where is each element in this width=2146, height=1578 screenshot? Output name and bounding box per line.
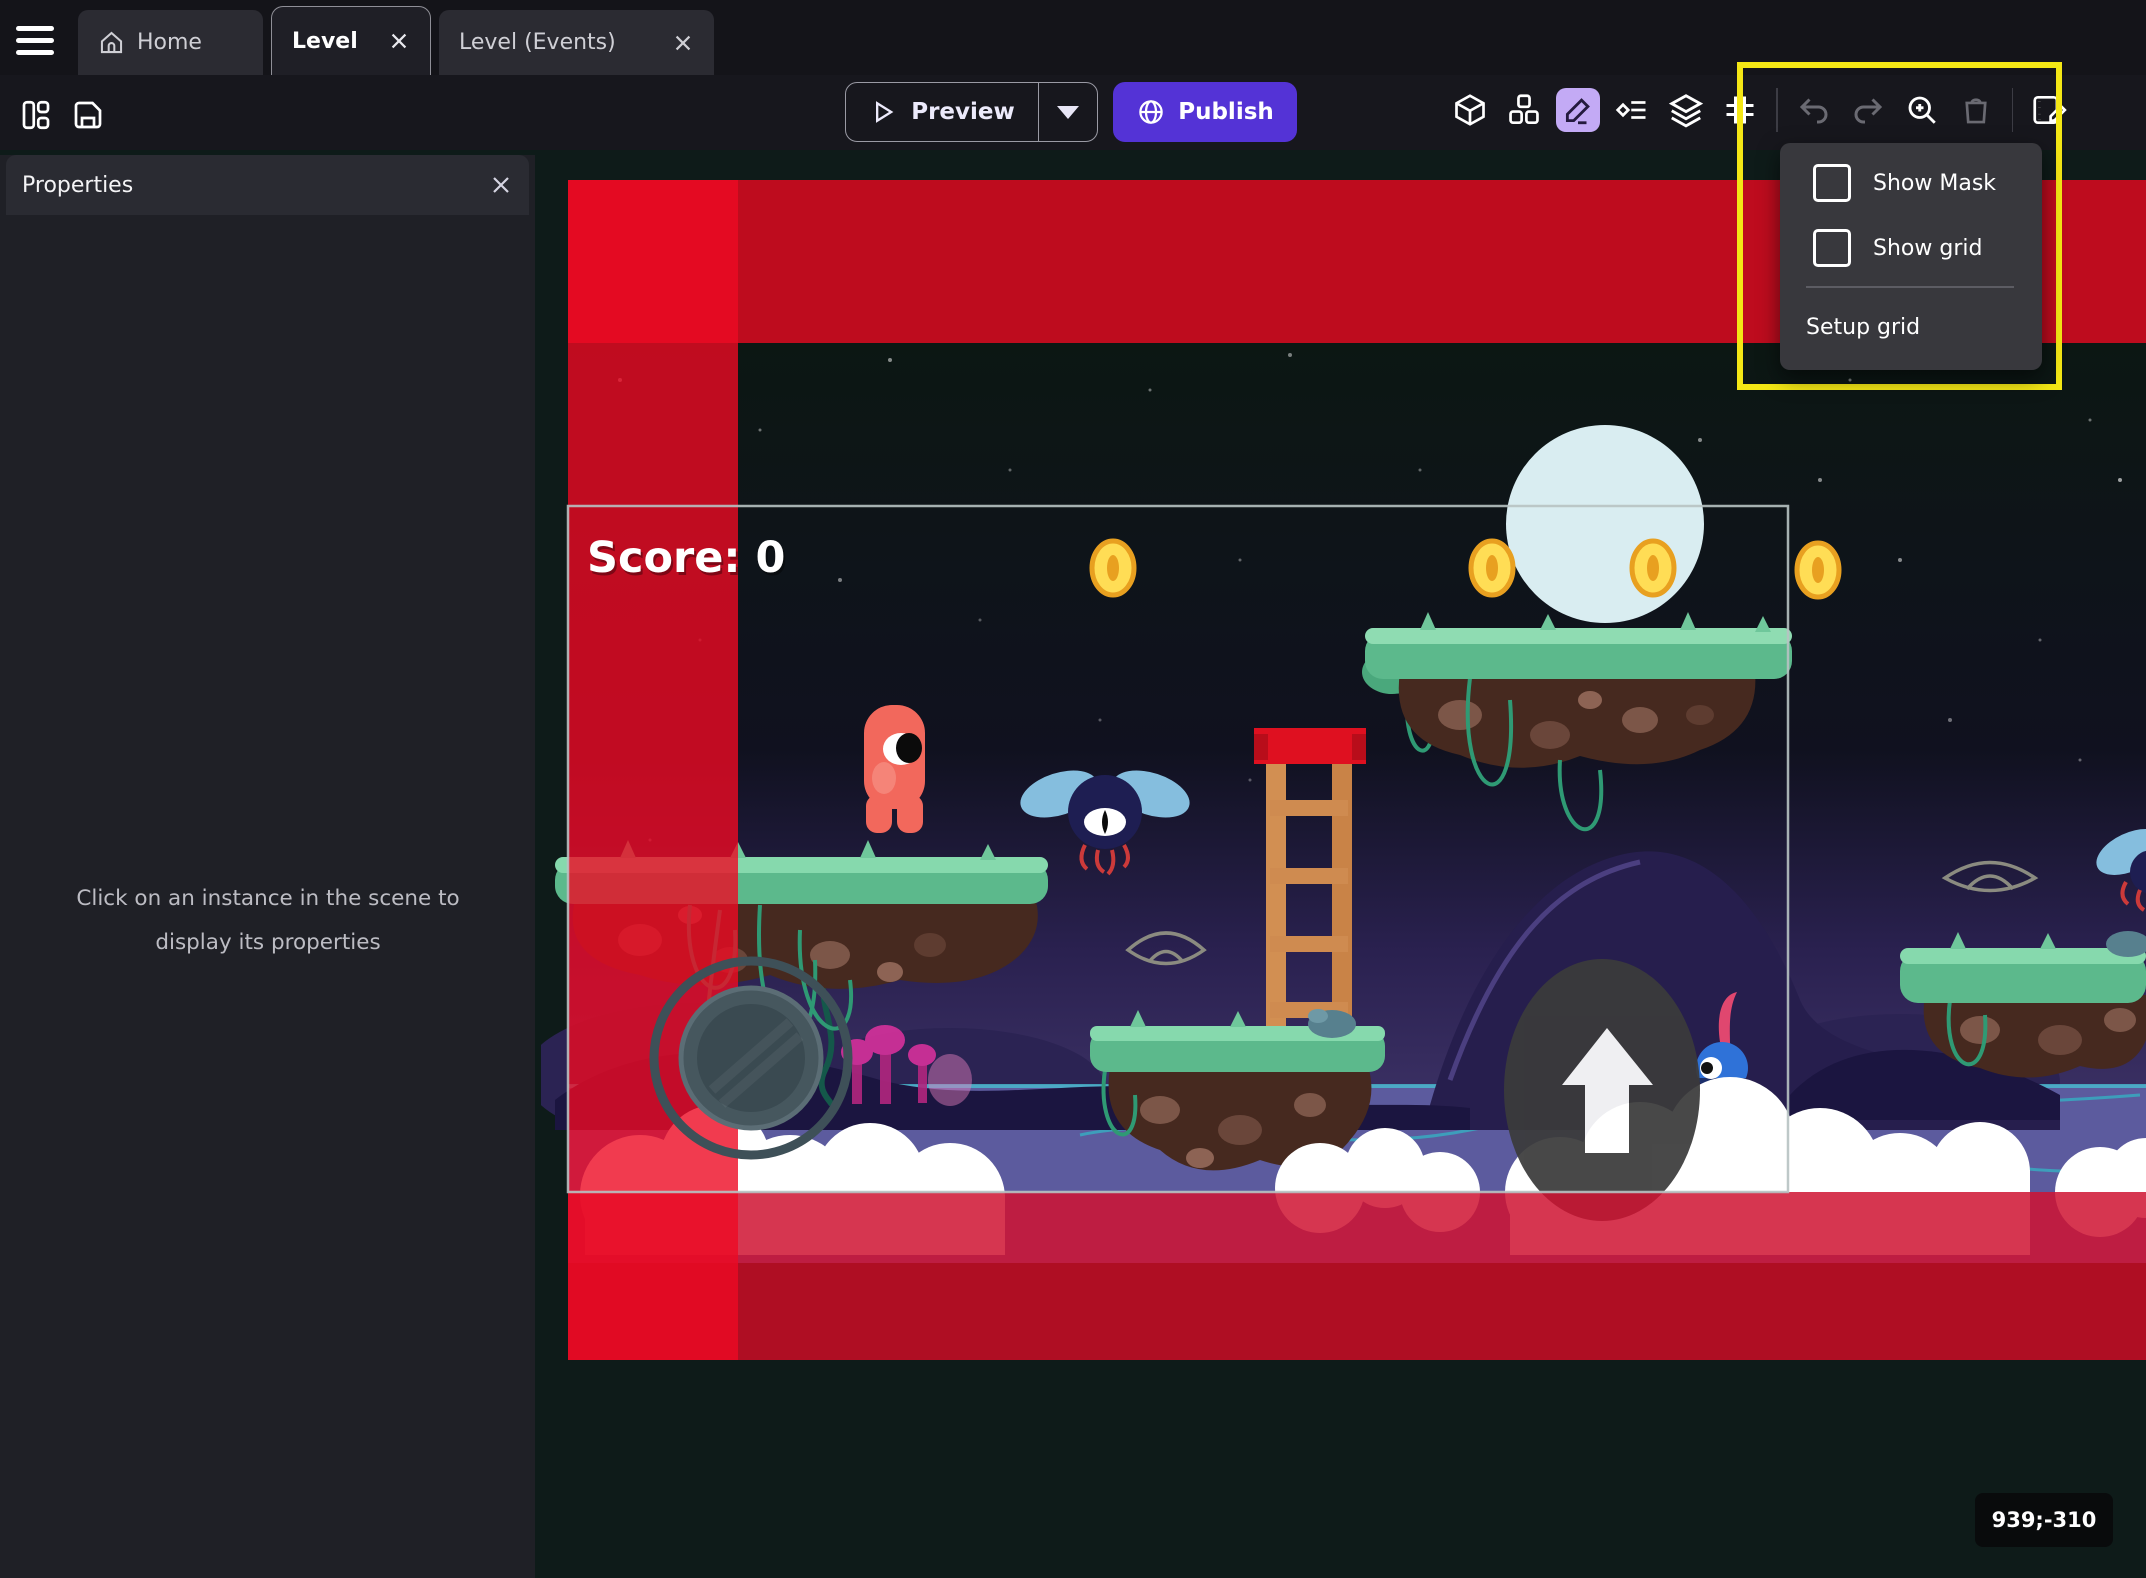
instances-list-button[interactable] [1610, 88, 1654, 132]
publish-label: Publish [1178, 99, 1274, 125]
show-mask-checkbox[interactable] [1813, 164, 1851, 202]
show-grid-checkbox[interactable] [1813, 229, 1851, 267]
instances-list-icon [1614, 92, 1650, 128]
app-window: Home Level Level (Events) [0, 0, 2146, 1578]
close-icon[interactable] [489, 173, 513, 197]
properties-empty-message: Click on an instance in the scene to dis… [48, 877, 488, 965]
menu-item-show-grid[interactable]: Show grid [1780, 222, 2042, 274]
save-button[interactable] [66, 93, 110, 137]
layers-panel-button[interactable] [1664, 88, 1708, 132]
hamburger-icon [16, 26, 54, 31]
cube-icon [1452, 92, 1488, 128]
layout-icon [18, 97, 54, 133]
tab-home[interactable]: Home [78, 10, 263, 75]
edit-tool-button[interactable] [1556, 88, 1600, 132]
play-icon [869, 98, 897, 126]
setup-grid-label: Setup grid [1806, 315, 1920, 340]
show-mask-label: Show Mask [1873, 171, 1996, 196]
publish-button[interactable]: Publish [1113, 82, 1297, 142]
tab-level-events[interactable]: Level (Events) [439, 10, 714, 75]
properties-header: Properties [6, 155, 529, 215]
properties-title: Properties [22, 173, 133, 198]
menu-item-show-mask[interactable]: Show Mask [1780, 157, 2042, 209]
preview-options-button[interactable] [1038, 83, 1097, 141]
preview-label: Preview [911, 99, 1015, 125]
show-grid-label: Show grid [1873, 236, 1982, 261]
pencil-icon [1561, 93, 1595, 127]
close-icon[interactable] [672, 32, 694, 54]
properties-panel: Properties Click on an instance in the s… [0, 155, 535, 1578]
menu-divider [1806, 286, 2014, 288]
tab-label: Home [137, 30, 202, 55]
objects-icon [1505, 91, 1543, 129]
moon[interactable] [1506, 425, 1704, 623]
coordinates-value: 939;-310 [1992, 1508, 2097, 1532]
close-icon[interactable] [388, 30, 410, 52]
globe-icon [1136, 97, 1166, 127]
tab-label: Level (Events) [459, 30, 616, 55]
joystick[interactable] [654, 961, 848, 1155]
save-icon [70, 97, 106, 133]
objects-panel-button[interactable] [1502, 88, 1546, 132]
grid-options-menu: Show Mask Show grid Setup grid [1780, 143, 2042, 370]
main-menu-button[interactable] [16, 20, 62, 60]
project-manager-button[interactable] [14, 93, 58, 137]
score-text: Score: 0 [587, 533, 785, 583]
layers-icon [1667, 91, 1705, 129]
chevron-down-icon [1057, 106, 1079, 119]
menu-item-setup-grid[interactable]: Setup grid [1806, 301, 2016, 353]
cursor-coordinates-badge: 939;-310 [1975, 1493, 2113, 1547]
tab-level[interactable]: Level [271, 6, 431, 75]
jump-button[interactable] [1504, 959, 1700, 1221]
home-icon [98, 29, 125, 56]
tab-label: Level [292, 29, 358, 54]
preview-button[interactable]: Preview [845, 82, 1098, 142]
toggle-3d-button[interactable] [1448, 88, 1492, 132]
